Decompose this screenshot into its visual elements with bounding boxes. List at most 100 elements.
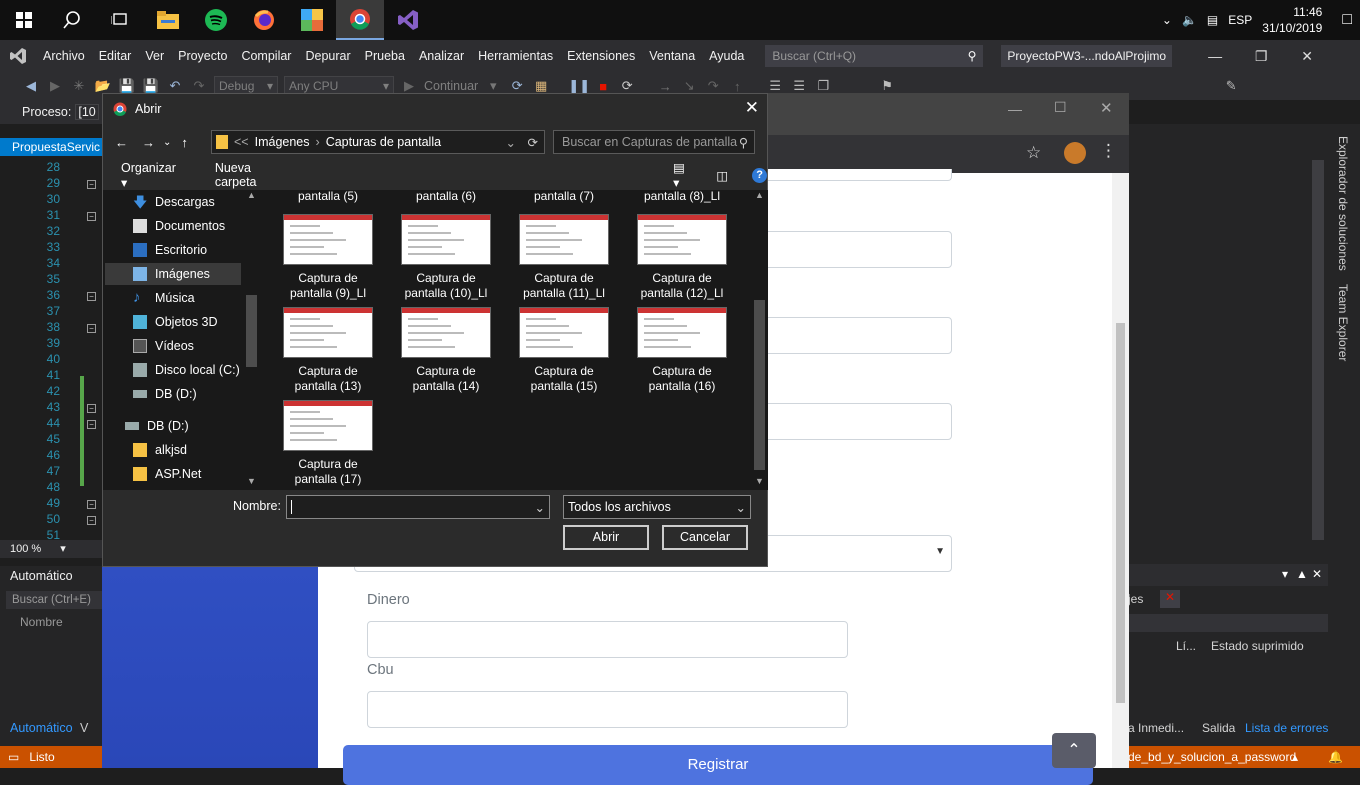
messages-filter[interactable]: jes [1128,592,1143,606]
branch-name[interactable]: de_bd_y_solucion_a_password [1128,750,1296,764]
tree-scrollbar[interactable]: ▲ ▼ [243,190,260,490]
menu-extensiones[interactable]: Extensiones [560,49,642,63]
open-button[interactable]: Abrir [563,525,649,550]
files-scrollbar[interactable]: ▲ ▼ [751,190,768,490]
document-tab[interactable]: PropuestaServic [0,138,102,156]
file-explorer-icon[interactable] [144,0,192,40]
fold-toggle-icon[interactable]: − [87,180,96,189]
task-view-icon[interactable] [96,0,144,40]
column-suppression-state[interactable]: Estado suprimido [1211,639,1304,653]
notification-icon[interactable]: □ [1342,11,1352,29]
autos-search-input[interactable]: Buscar (Ctrl+E) [6,591,102,609]
error-search-box[interactable] [1128,614,1328,632]
windows-start-icon[interactable] [0,0,48,40]
fold-toggle-icon[interactable]: − [87,404,96,413]
breadcrumb-imagenes[interactable]: Imágenes [255,135,310,149]
tree-item-imagenes[interactable]: Imágenes [105,263,241,285]
chevron-up-icon[interactable]: ▴ [1292,750,1298,764]
fold-toggle-icon[interactable]: − [87,420,96,429]
feedback-icon[interactable]: ✎ [1222,77,1240,95]
maximize-icon[interactable]: ❐ [1238,48,1284,65]
back-icon[interactable]: ◀ [22,77,40,95]
tab-immediate[interactable]: a Inmedi... [1128,721,1184,735]
forward-icon[interactable]: ▶ [46,77,64,95]
page-scrollbar-thumb[interactable] [1116,323,1125,703]
close-icon[interactable]: ✕ [1100,99,1113,117]
scroll-up-icon[interactable]: ▲ [247,190,256,200]
scroll-down-icon[interactable]: ▼ [247,476,256,486]
breadcrumb-capturas[interactable]: Capturas de pantalla [326,135,441,149]
fold-toggle-icon[interactable]: − [87,212,96,221]
chrome-icon[interactable] [336,0,384,40]
register-button[interactable]: Registrar [343,745,1093,785]
menu-depurar[interactable]: Depurar [298,49,357,63]
scroll-down-icon[interactable]: ▼ [755,476,764,486]
files-scrollbar-thumb[interactable] [754,300,765,470]
volume-icon[interactable]: 🔈 [1182,13,1197,27]
maximize-icon[interactable]: ☐ [1054,99,1067,116]
file-name-partial[interactable]: pantalla (8)_Ll [623,190,741,204]
search-icon[interactable] [48,0,96,40]
pin-icon[interactable]: ▲ [1296,567,1308,581]
forward-arrow-icon[interactable]: → [142,135,155,150]
menu-archivo[interactable]: Archivo [36,49,92,63]
tree-item-db-d[interactable]: DB (D:) [133,383,197,405]
filename-input[interactable]: ⌄ [286,495,550,519]
chevron-down-icon[interactable]: ⌄ [535,500,545,515]
tab-error-list[interactable]: Lista de errores [1245,721,1328,735]
tree-item-objetos3d[interactable]: Objetos 3D [133,311,218,333]
menu-analizar[interactable]: Analizar [412,49,471,63]
tree-item-musica[interactable]: ♪ Música [133,287,195,309]
menu-ver[interactable]: Ver [138,49,171,63]
chevron-down-icon[interactable]: ⌄ [506,135,516,150]
close-icon[interactable]: ✕ [1312,567,1322,581]
clock[interactable]: 11:46 31/10/2019 [1262,4,1322,36]
file-name-partial[interactable]: pantalla (6) [387,190,505,204]
up-arrow-icon[interactable]: ↑ [181,135,188,150]
profile-avatar[interactable] [1064,142,1086,164]
fold-toggle-icon[interactable]: − [87,324,96,333]
new-folder-button[interactable]: Nueva carpeta [215,161,295,189]
fold-toggle-icon[interactable]: − [87,292,96,301]
chevron-down-icon[interactable]: ⌄ [163,137,171,148]
tree-item-documentos[interactable]: Documentos [133,215,225,237]
menu-editar[interactable]: Editar [92,49,139,63]
firefox-icon[interactable] [240,0,288,40]
chevron-up-icon[interactable]: ⌄ [1162,13,1172,27]
menu-compilar[interactable]: Compilar [234,49,298,63]
back-arrow-icon[interactable]: ← [115,135,128,150]
view-options-icon[interactable]: ▤ ▾ [673,160,694,190]
bell-icon[interactable]: 🔔 [1328,750,1343,764]
tab-output[interactable]: Salida [1202,721,1235,735]
solution-explorer-tab[interactable]: Explorador de soluciones [1336,136,1360,274]
minimize-icon[interactable]: — [1008,101,1022,117]
new-item-icon[interactable]: ✳ [70,77,88,95]
file-name-partial[interactable]: pantalla (5) [269,190,387,204]
tree-scrollbar-thumb[interactable] [246,295,257,367]
menu-herramientas[interactable]: Herramientas [471,49,560,63]
tree-item-videos[interactable]: Vídeos [133,335,194,357]
process-combo[interactable]: [10 [75,104,99,120]
file-name-partial[interactable]: pantalla (7) [505,190,623,204]
dinero-input[interactable] [367,621,848,658]
colorful-app-icon[interactable] [288,0,336,40]
cancel-button[interactable]: Cancelar [662,525,748,550]
editor-scrollbar[interactable] [1312,160,1324,540]
scroll-to-top-button[interactable]: ⌃ [1052,733,1096,768]
autos-column-name[interactable]: Nombre [20,615,63,629]
help-icon[interactable]: ? [752,167,767,183]
close-icon[interactable]: ✕ [745,98,759,118]
close-icon[interactable]: ✕ [1284,48,1330,65]
page-scrollbar[interactable] [1112,173,1129,768]
organize-button[interactable]: Organizar ▾ [121,161,185,190]
pin-icon[interactable]: ▾ [1282,567,1288,581]
cbu-input[interactable] [367,691,848,728]
visual-studio-icon[interactable] [384,0,432,40]
spotify-icon[interactable] [192,0,240,40]
vs-search-box[interactable]: Buscar (Ctrl+Q) ⚲ [765,45,984,67]
file-type-select[interactable]: Todos los archivos ⌄ [563,495,751,519]
minimize-icon[interactable]: — [1192,48,1238,64]
address-bar[interactable]: << Imágenes › Capturas de pantalla ⌄ ⟳ [211,130,545,154]
menu-ventana[interactable]: Ventana [642,49,702,63]
tree-item-db-d-root[interactable]: DB (D:) [125,415,189,437]
